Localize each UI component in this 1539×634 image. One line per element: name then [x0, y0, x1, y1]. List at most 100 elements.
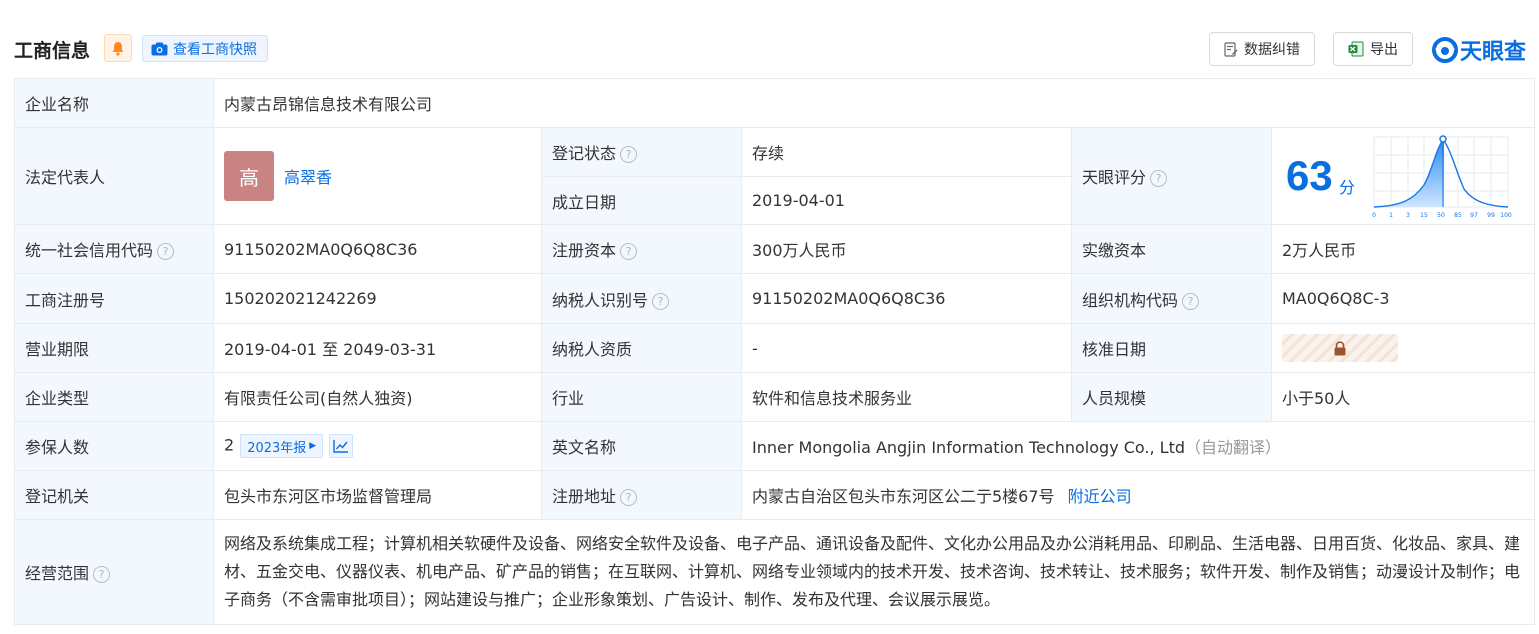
export-button[interactable]: 导出 [1333, 32, 1413, 66]
camera-icon [151, 42, 168, 55]
taxpayer-qual-value: - [741, 323, 1072, 373]
data-fix-label: 数据纠错 [1244, 42, 1300, 58]
excel-icon [1348, 41, 1364, 57]
org-code-label-cell: 组织机构代码? [1071, 273, 1272, 324]
caret-right-icon: ▶ [309, 441, 317, 451]
tick-label: 15 [1420, 212, 1428, 219]
en-name-label: 英文名称 [541, 421, 742, 471]
score-label: 天眼评分 [1082, 168, 1147, 187]
status-value: 存续 [741, 127, 1072, 177]
tick-label: 1 [1389, 212, 1393, 219]
period-value: 2019-04-01 至 2049-03-31 [213, 323, 542, 373]
tianyancha-logo: 天眼查 [1432, 34, 1526, 66]
help-icon[interactable]: ? [652, 292, 670, 310]
logo-icon [1432, 37, 1458, 63]
founded-label: 成立日期 [541, 176, 742, 225]
score-unit: 分 [1339, 178, 1356, 197]
table-row: 工商注册号 150202021242269 纳税人识别号? 91150202MA… [14, 273, 1536, 324]
insured-cell: 2 2023年报 ▶ [213, 421, 542, 471]
credit-label: 统一社会信用代码 [25, 241, 154, 260]
org-code-label: 组织机构代码 [1082, 290, 1179, 310]
table-row: 法定代表人 高高翠香 登记状态? 存续 天眼评分? 63 分 0 1 3 15 … [14, 127, 1536, 225]
auto-translate-note: （自动翻译） [1185, 438, 1282, 457]
company-name-label: 企业名称 [14, 78, 214, 128]
taxpayer-id-value: 91150202MA0Q6Q8C36 [741, 273, 1072, 324]
score-label-cell: 天眼评分? [1071, 127, 1272, 225]
reg-capital-label-cell: 注册资本? [541, 224, 742, 274]
legal-rep-name-link[interactable]: 高翠香 [284, 168, 332, 187]
legal-rep-label: 法定代表人 [14, 127, 214, 225]
bell-icon[interactable] [104, 34, 132, 62]
table-row: 登记机关 包头市东河区市场监督管理局 注册地址? 内蒙古自治区包头市东河区公二亍… [14, 470, 1536, 520]
staff-value: 小于50人 [1270, 372, 1536, 422]
taxpayer-qual-label: 纳税人资质 [541, 323, 742, 373]
address-label: 注册地址 [552, 487, 617, 506]
company-name: 内蒙古昂锦信息技术有限公司 [212, 78, 1536, 128]
trend-chart-icon[interactable] [329, 434, 354, 458]
tick-label: 0 [1372, 212, 1376, 219]
en-name-value: Inner Mongolia Angjin Information Techno… [752, 438, 1186, 457]
help-icon[interactable]: ? [1150, 170, 1168, 187]
paid-capital-label: 实缴资本 [1071, 224, 1272, 274]
help-icon[interactable]: ? [93, 566, 111, 583]
help-icon[interactable]: ? [620, 243, 638, 260]
scope-value: 网络及系统集成工程；计算机相关软硬件及设备、网络安全软件及设备、电子产品、通讯设… [212, 519, 1536, 625]
business-info-table: 企业名称 内蒙古昂锦信息技术有限公司 法定代表人 高高翠香 登记状态? 存续 天… [14, 78, 1536, 625]
section-title: 工商信息 [14, 40, 91, 62]
reg-capital-value: 300万人民币 [741, 224, 1072, 274]
logo-text: 天眼查 [1460, 40, 1527, 65]
paid-capital-value: 2万人民币 [1270, 224, 1536, 274]
help-icon[interactable]: ? [620, 489, 638, 506]
authority-label: 登记机关 [14, 470, 214, 520]
insured-label: 参保人数 [14, 421, 214, 471]
annual-report-link[interactable]: 2023年报 ▶ [240, 434, 324, 458]
table-row: 营业期限 2019-04-01 至 2049-03-31 纳税人资质 - 核准日… [14, 323, 1536, 373]
tick-label: 85 [1454, 212, 1462, 219]
address-label-cell: 注册地址? [541, 470, 742, 520]
score-value: 63 [1286, 152, 1333, 199]
org-code-value: MA0Q6Q8C-3 [1270, 273, 1536, 324]
snapshot-label: 查看工商快照 [173, 41, 257, 58]
reg-capital-label: 注册资本 [552, 241, 617, 260]
table-row: 参保人数 2 2023年报 ▶ 英文名称 Inner Mongolia Angjin… [14, 421, 1536, 471]
table-row: 企业类型 有限责任公司(自然人独资) 行业 软件和信息技术服务业 人员规模 小于… [14, 372, 1536, 422]
table-row: 经营范围? 网络及系统集成工程；计算机相关软硬件及设备、网络安全软件及设备、电子… [14, 519, 1536, 625]
period-label: 营业期限 [14, 323, 214, 373]
table-row: 统一社会信用代码? 91150202MA0Q6Q8C36 注册资本? 300万人… [14, 224, 1536, 274]
industry-label: 行业 [541, 372, 742, 422]
credit-value: 91150202MA0Q6Q8C36 [213, 224, 542, 274]
edit-doc-icon [1224, 41, 1238, 57]
tick-label: 50 [1437, 212, 1445, 219]
section-header: 工商信息 查看工商快照 数据纠错 导出 天眼查 [14, 32, 1534, 66]
avatar[interactable]: 高 [224, 151, 274, 201]
help-icon[interactable]: ? [1182, 292, 1200, 310]
score-distribution-chart: 0 1 3 15 50 85 97 99 100 [1372, 135, 1512, 219]
staff-label: 人员规模 [1071, 372, 1272, 422]
score-cell[interactable]: 63 分 0 1 3 15 50 85 97 99 100 [1270, 127, 1536, 225]
scope-label-cell: 经营范围? [14, 519, 214, 625]
snapshot-button[interactable]: 查看工商快照 [142, 35, 268, 62]
status-label: 登记状态 [552, 144, 617, 163]
insured-value: 2 [224, 435, 235, 455]
nearby-companies-link[interactable]: 附近公司 [1068, 487, 1132, 506]
tick-label: 100 [1500, 212, 1512, 219]
tick-label: 99 [1487, 212, 1495, 219]
export-label: 导出 [1370, 42, 1398, 58]
approve-date-label: 核准日期 [1071, 323, 1272, 373]
locked-value[interactable] [1282, 334, 1398, 362]
industry-value: 软件和信息技术服务业 [741, 372, 1072, 422]
taxpayer-id-label-cell: 纳税人识别号? [541, 273, 742, 324]
credit-label-cell: 统一社会信用代码? [14, 224, 214, 274]
status-label-cell: 登记状态? [541, 127, 742, 177]
tick-label: 97 [1470, 212, 1478, 219]
data-fix-button[interactable]: 数据纠错 [1209, 32, 1315, 66]
authority-value: 包头市东河区市场监督管理局 [213, 470, 542, 520]
legal-rep-cell: 高高翠香 [213, 127, 542, 225]
help-icon[interactable]: ? [620, 146, 638, 163]
lock-icon [1334, 340, 1346, 355]
help-icon[interactable]: ? [157, 243, 175, 260]
tick-label: 3 [1406, 212, 1410, 219]
taxpayer-id-label: 纳税人识别号 [552, 290, 649, 310]
approve-date-cell [1270, 323, 1536, 373]
en-name-cell: Inner Mongolia Angjin Information Techno… [740, 421, 1536, 471]
